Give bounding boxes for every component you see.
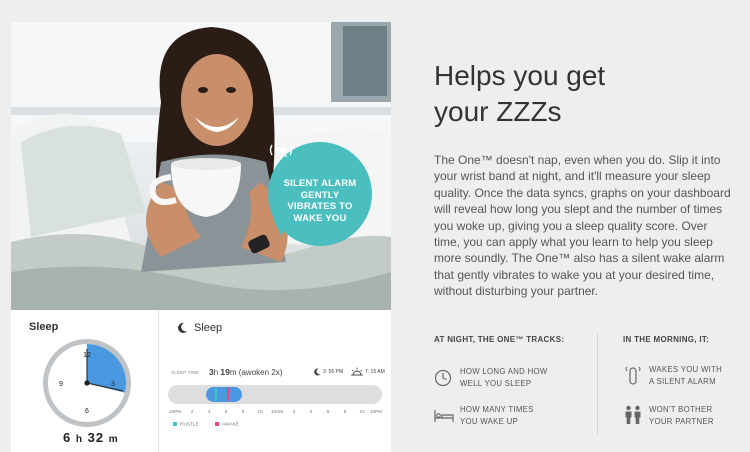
clock-icon xyxy=(434,369,452,387)
total-minutes: 32 xyxy=(87,430,105,445)
feature-line: WELL YOU SLEEP xyxy=(460,378,532,388)
clock-panel-title: Sleep xyxy=(29,321,59,333)
moon-icon xyxy=(178,322,187,333)
sleep-dashboard: Sleep 12 3 6 9 6 h 32 m Sleep SLEEP TIME… xyxy=(11,310,391,452)
feature-text: WON'T BOTHER YOUR PARTNER xyxy=(649,404,714,427)
feature-text: HOW LONG AND HOW WELL YOU SLEEP xyxy=(460,366,548,389)
tick-label: 10AM xyxy=(270,409,284,414)
sleep-minutes: 19 xyxy=(220,367,230,377)
sleep-panel-title: Sleep xyxy=(194,322,223,334)
timeline-ticks: 10PM 2 4 6 8 10 10AM 2 4 6 8 10 10PM xyxy=(168,409,383,417)
body-paragraph: The One™ doesn't nap, even when you do. … xyxy=(434,153,731,299)
feature-text: HOW MANY TIMES YOU WAKE UP xyxy=(460,404,534,427)
feature-line: YOU WAKE UP xyxy=(460,416,519,426)
sleep-minutes-unit: m xyxy=(229,368,237,377)
callout-line: WAKE YOU xyxy=(293,212,347,224)
awake-swatch xyxy=(215,422,219,426)
sleep-timeline-track[interactable] xyxy=(168,385,382,404)
sleep-clock-dial: 12 3 6 9 xyxy=(43,339,131,427)
tick-label: 6 xyxy=(224,409,228,414)
two-people-icon xyxy=(625,405,641,424)
vibrating-band-icon xyxy=(269,142,293,158)
wake-time-value: 7: 15 AM xyxy=(365,369,385,375)
tick-label: 2 xyxy=(190,409,194,414)
column-divider xyxy=(597,334,598,434)
night-column-heading: AT NIGHT, THE ONE™ TRACKS: xyxy=(434,335,565,344)
section-heading: Helps you get your ZZZs xyxy=(434,58,734,130)
callout-line: VIBRATES TO xyxy=(287,201,353,212)
sleep-hours-unit: h xyxy=(213,368,219,377)
panel-divider xyxy=(158,310,159,452)
minutes-unit: m xyxy=(108,434,119,445)
legend-restless: RUSTLE xyxy=(173,422,199,427)
sleep-time-value: 3h 19m (awoken 2x) xyxy=(209,367,282,377)
tick-label: 6 xyxy=(326,409,330,414)
dial-number-6: 6 xyxy=(85,408,89,415)
heading-line-2: your ZZZs xyxy=(434,96,562,127)
tick-label: 10 xyxy=(257,409,263,414)
dial-number-3: 3 xyxy=(111,381,115,388)
tick-label: 10 xyxy=(359,409,365,414)
hours-unit: h xyxy=(75,434,83,445)
restless-swatch xyxy=(173,422,177,426)
callout-line: SILENT ALARM xyxy=(283,178,357,189)
awake-marker xyxy=(227,388,229,401)
silent-alarm-callout: SILENT ALARM GENTLY VIBRATES TO WAKE YOU xyxy=(268,142,372,246)
bedtime-moon-icon xyxy=(314,368,321,376)
feature-line: WON'T BOTHER xyxy=(649,405,713,414)
dial-number-9: 9 xyxy=(59,381,63,388)
total-sleep-time: 6 h 32 m xyxy=(63,430,119,445)
feature-card: SILENT ALARM GENTLY VIBRATES TO WAKE YOU… xyxy=(11,22,391,452)
feature-line: HOW LONG AND HOW xyxy=(460,367,548,376)
feature-line: HOW MANY TIMES xyxy=(460,405,534,414)
feature-line: YOUR PARTNER xyxy=(649,416,714,426)
sleep-time-label: SLEEP TIME xyxy=(171,370,200,375)
woman-in-bed-photo: SILENT ALARM GENTLY VIBRATES TO WAKE YOU xyxy=(11,22,391,310)
tick-label: 8 xyxy=(343,409,347,414)
bedtime-value: 3: 56 PM xyxy=(323,369,344,375)
bed-icon xyxy=(434,410,454,422)
sleep-time-row: SLEEP TIME 3h 19m (awoken 2x) 3: 56 PM 7… xyxy=(169,367,385,381)
feature-text: WAKES YOU WITH A SILENT ALARM xyxy=(649,364,722,387)
tick-label: 2 xyxy=(292,409,296,414)
wake-sun-icon xyxy=(351,367,363,376)
dial-center xyxy=(84,380,90,386)
tick-label: 8 xyxy=(241,409,245,414)
legend-awake-label: AWAKE xyxy=(222,422,239,428)
feature-line: WAKES YOU WITH xyxy=(649,365,723,374)
total-hours: 6 xyxy=(63,430,72,445)
restless-marker xyxy=(215,388,217,401)
tick-label: 10PM xyxy=(168,409,182,414)
tick-label: 4 xyxy=(309,409,313,414)
dial-number-12: 12 xyxy=(83,352,91,359)
vibrating-device-icon xyxy=(625,366,641,385)
sleep-segment xyxy=(206,387,242,402)
silent-alarm-text: SILENT ALARM GENTLY VIBRATES TO WAKE YOU xyxy=(276,178,364,224)
legend-awake: AWAKE xyxy=(215,422,239,427)
legend-restless-label: RUSTLE xyxy=(180,422,199,428)
heading-line-1: Helps you get xyxy=(434,60,606,91)
awoken-count: (awoken 2x) xyxy=(238,368,283,377)
morning-column-heading: IN THE MORNING, IT: xyxy=(623,335,710,344)
tick-label: 10PM xyxy=(369,409,383,414)
callout-line: GENTLY xyxy=(300,189,340,201)
feature-line: A SILENT ALARM xyxy=(649,376,716,386)
tick-label: 4 xyxy=(207,409,211,414)
